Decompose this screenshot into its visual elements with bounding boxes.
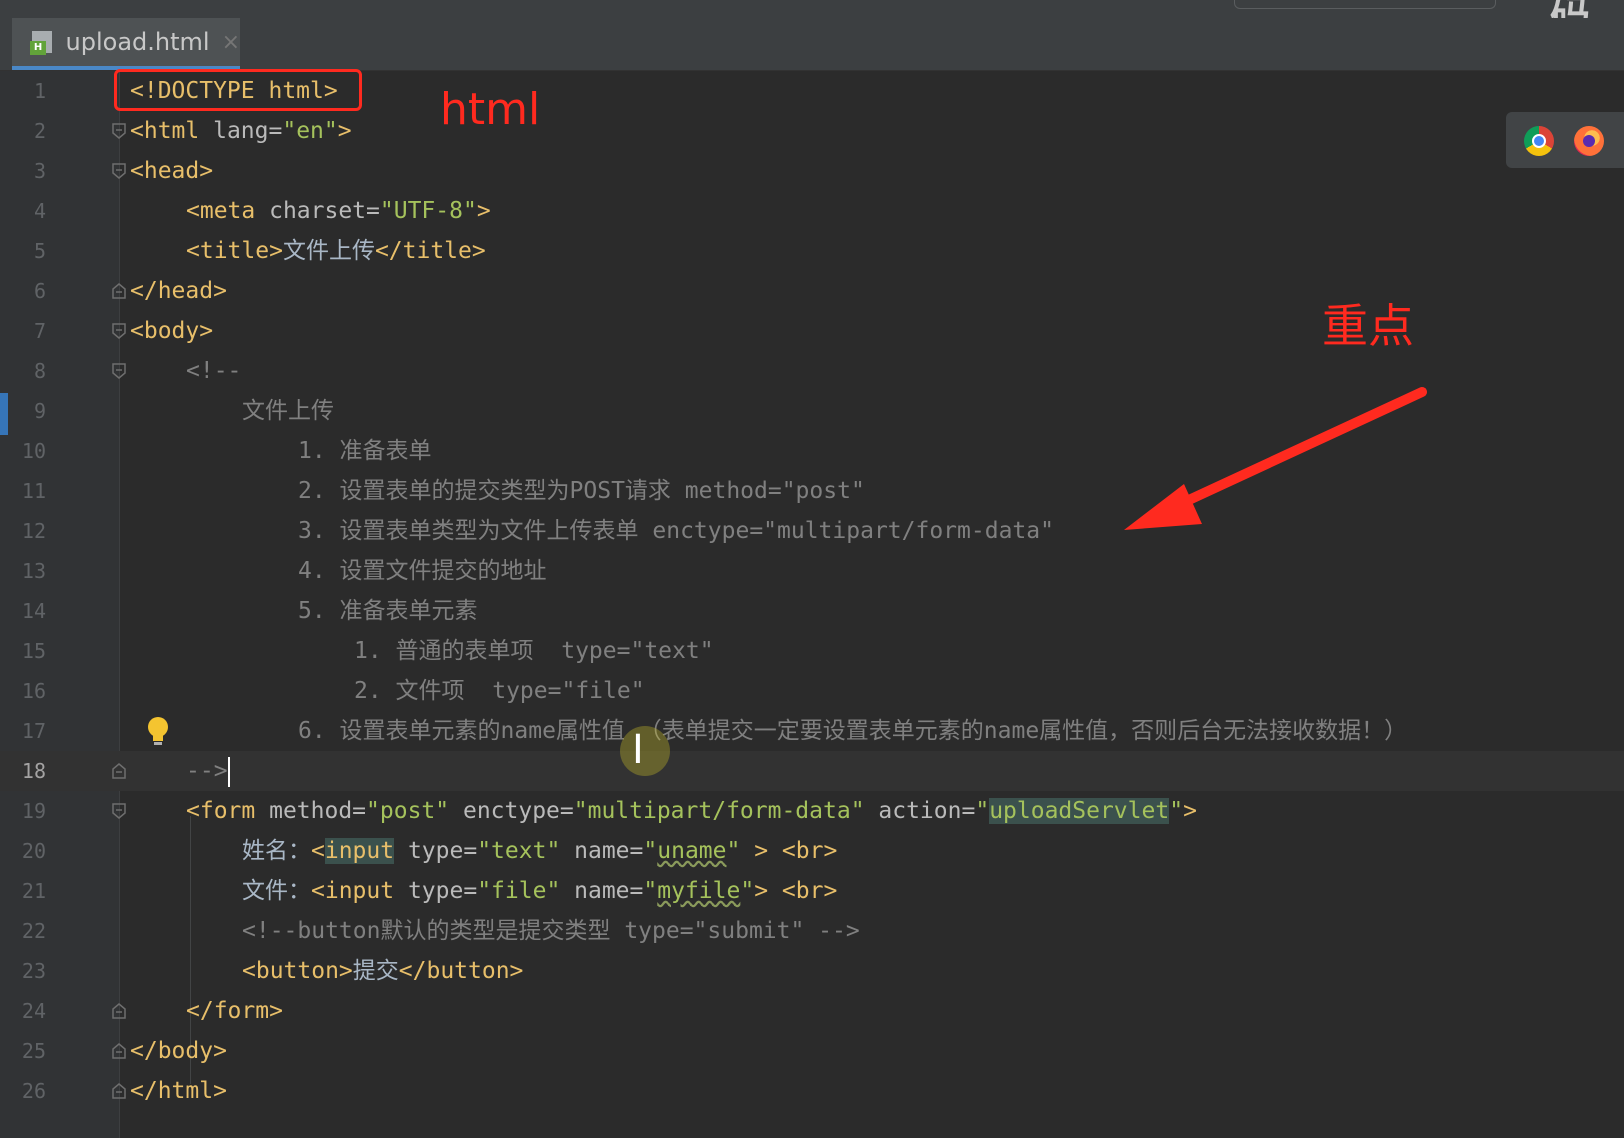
line-number: 11	[21, 479, 46, 503]
mouse-ibeam-cursor-icon: I	[620, 726, 670, 776]
tab-label: upload.html	[65, 28, 210, 56]
line-number: 9	[33, 399, 46, 423]
line-number: 25	[21, 1039, 46, 1063]
close-icon[interactable]: ×	[222, 30, 240, 55]
html-file-icon: H	[30, 29, 56, 55]
fold-end-icon[interactable]	[110, 1082, 128, 1100]
fold-end-icon[interactable]	[110, 1042, 128, 1060]
code-line[interactable]: 24 </form>	[0, 991, 1624, 1031]
line-number: 19	[21, 799, 46, 823]
line-number: 1	[33, 79, 46, 103]
text-caret	[227, 756, 230, 787]
line-number: 5	[33, 239, 46, 263]
line-number: 3	[33, 159, 46, 183]
line-number: 13	[21, 559, 46, 583]
line-number: 22	[21, 919, 46, 943]
code-line[interactable]: 4 <meta charset="UTF-8">	[0, 191, 1624, 231]
editor-tab-bar: H upload.html ×	[0, 18, 1624, 71]
search-box[interactable]	[1234, 0, 1496, 9]
tab-upload-html[interactable]: H upload.html ×	[12, 18, 240, 70]
line-number: 21	[21, 879, 46, 903]
code-line[interactable]: 23 <button>提交</button>	[0, 951, 1624, 991]
fold-icon[interactable]	[110, 122, 128, 140]
code-editor[interactable]: 1 <!DOCTYPE html> 2 <html lang="en"> 3 <…	[0, 71, 1624, 1138]
code-line[interactable]: 5 <title>文件上传</title>	[0, 231, 1624, 271]
code-line[interactable]: 13 4. 设置文件提交的地址	[0, 551, 1624, 591]
line-number: 10	[21, 439, 46, 463]
lightbulb-icon[interactable]	[146, 716, 170, 746]
line-number: 16	[21, 679, 46, 703]
line-number: 15	[21, 639, 46, 663]
code-line[interactable]: 17 6. 设置表单元素的name属性值 （表单提交一定要设置表单元素的name…	[0, 711, 1624, 751]
fold-icon[interactable]	[110, 322, 128, 340]
line-number: 14	[21, 599, 46, 623]
annotation-html-label: html	[440, 84, 541, 135]
fold-end-icon[interactable]	[110, 762, 128, 780]
line-number: 18	[21, 759, 46, 783]
line-number: 2	[33, 119, 46, 143]
top-toolbar	[0, 0, 1624, 18]
line-number: 24	[21, 999, 46, 1023]
line-number: 23	[21, 959, 46, 983]
line-number: 7	[33, 319, 46, 343]
line-number: 4	[33, 199, 46, 223]
code-line[interactable]: 14 5. 准备表单元素	[0, 591, 1624, 631]
line-number: 8	[33, 359, 46, 383]
code-line[interactable]: 16 2. 文件项 type="file"	[0, 671, 1624, 711]
line-number: 26	[21, 1079, 46, 1103]
code-line[interactable]: 25 </body>	[0, 1031, 1624, 1071]
code-line[interactable]: 26 </html>	[0, 1071, 1624, 1111]
code-line-current[interactable]: 18 -->	[0, 751, 1624, 791]
code-line[interactable]: 2 <html lang="en">	[0, 111, 1624, 151]
code-line[interactable]: 15 1. 普通的表单项 type="text"	[0, 631, 1624, 671]
chrome-icon[interactable]	[1524, 126, 1554, 156]
line-number: 12	[21, 519, 46, 543]
browser-preview-panel	[1506, 112, 1624, 168]
line-number: 6	[33, 279, 46, 303]
fold-icon[interactable]	[110, 162, 128, 180]
fold-end-icon[interactable]	[110, 282, 128, 300]
annotation-arrow-icon	[1124, 387, 1427, 530]
code-line[interactable]: 22 <!--button默认的类型是提交类型 type="submit" --…	[0, 911, 1624, 951]
line-number: 20	[21, 839, 46, 863]
code-line[interactable]: 20 姓名：<input type="text" name="uname" > …	[0, 831, 1624, 871]
annotation-key-point-label: 重点	[1322, 299, 1414, 353]
fold-icon[interactable]	[110, 802, 128, 820]
code-line[interactable]: 21 文件：<input type="file" name="myfile"> …	[0, 871, 1624, 911]
code-line[interactable]: 19 <form method="post" enctype="multipar…	[0, 791, 1624, 831]
code-line[interactable]: 3 <head>	[0, 151, 1624, 191]
fold-icon[interactable]	[110, 362, 128, 380]
firefox-icon[interactable]	[1574, 126, 1604, 156]
line-number: 17	[21, 719, 46, 743]
doctype-highlight-box	[114, 69, 362, 111]
fold-end-icon[interactable]	[110, 1002, 128, 1020]
